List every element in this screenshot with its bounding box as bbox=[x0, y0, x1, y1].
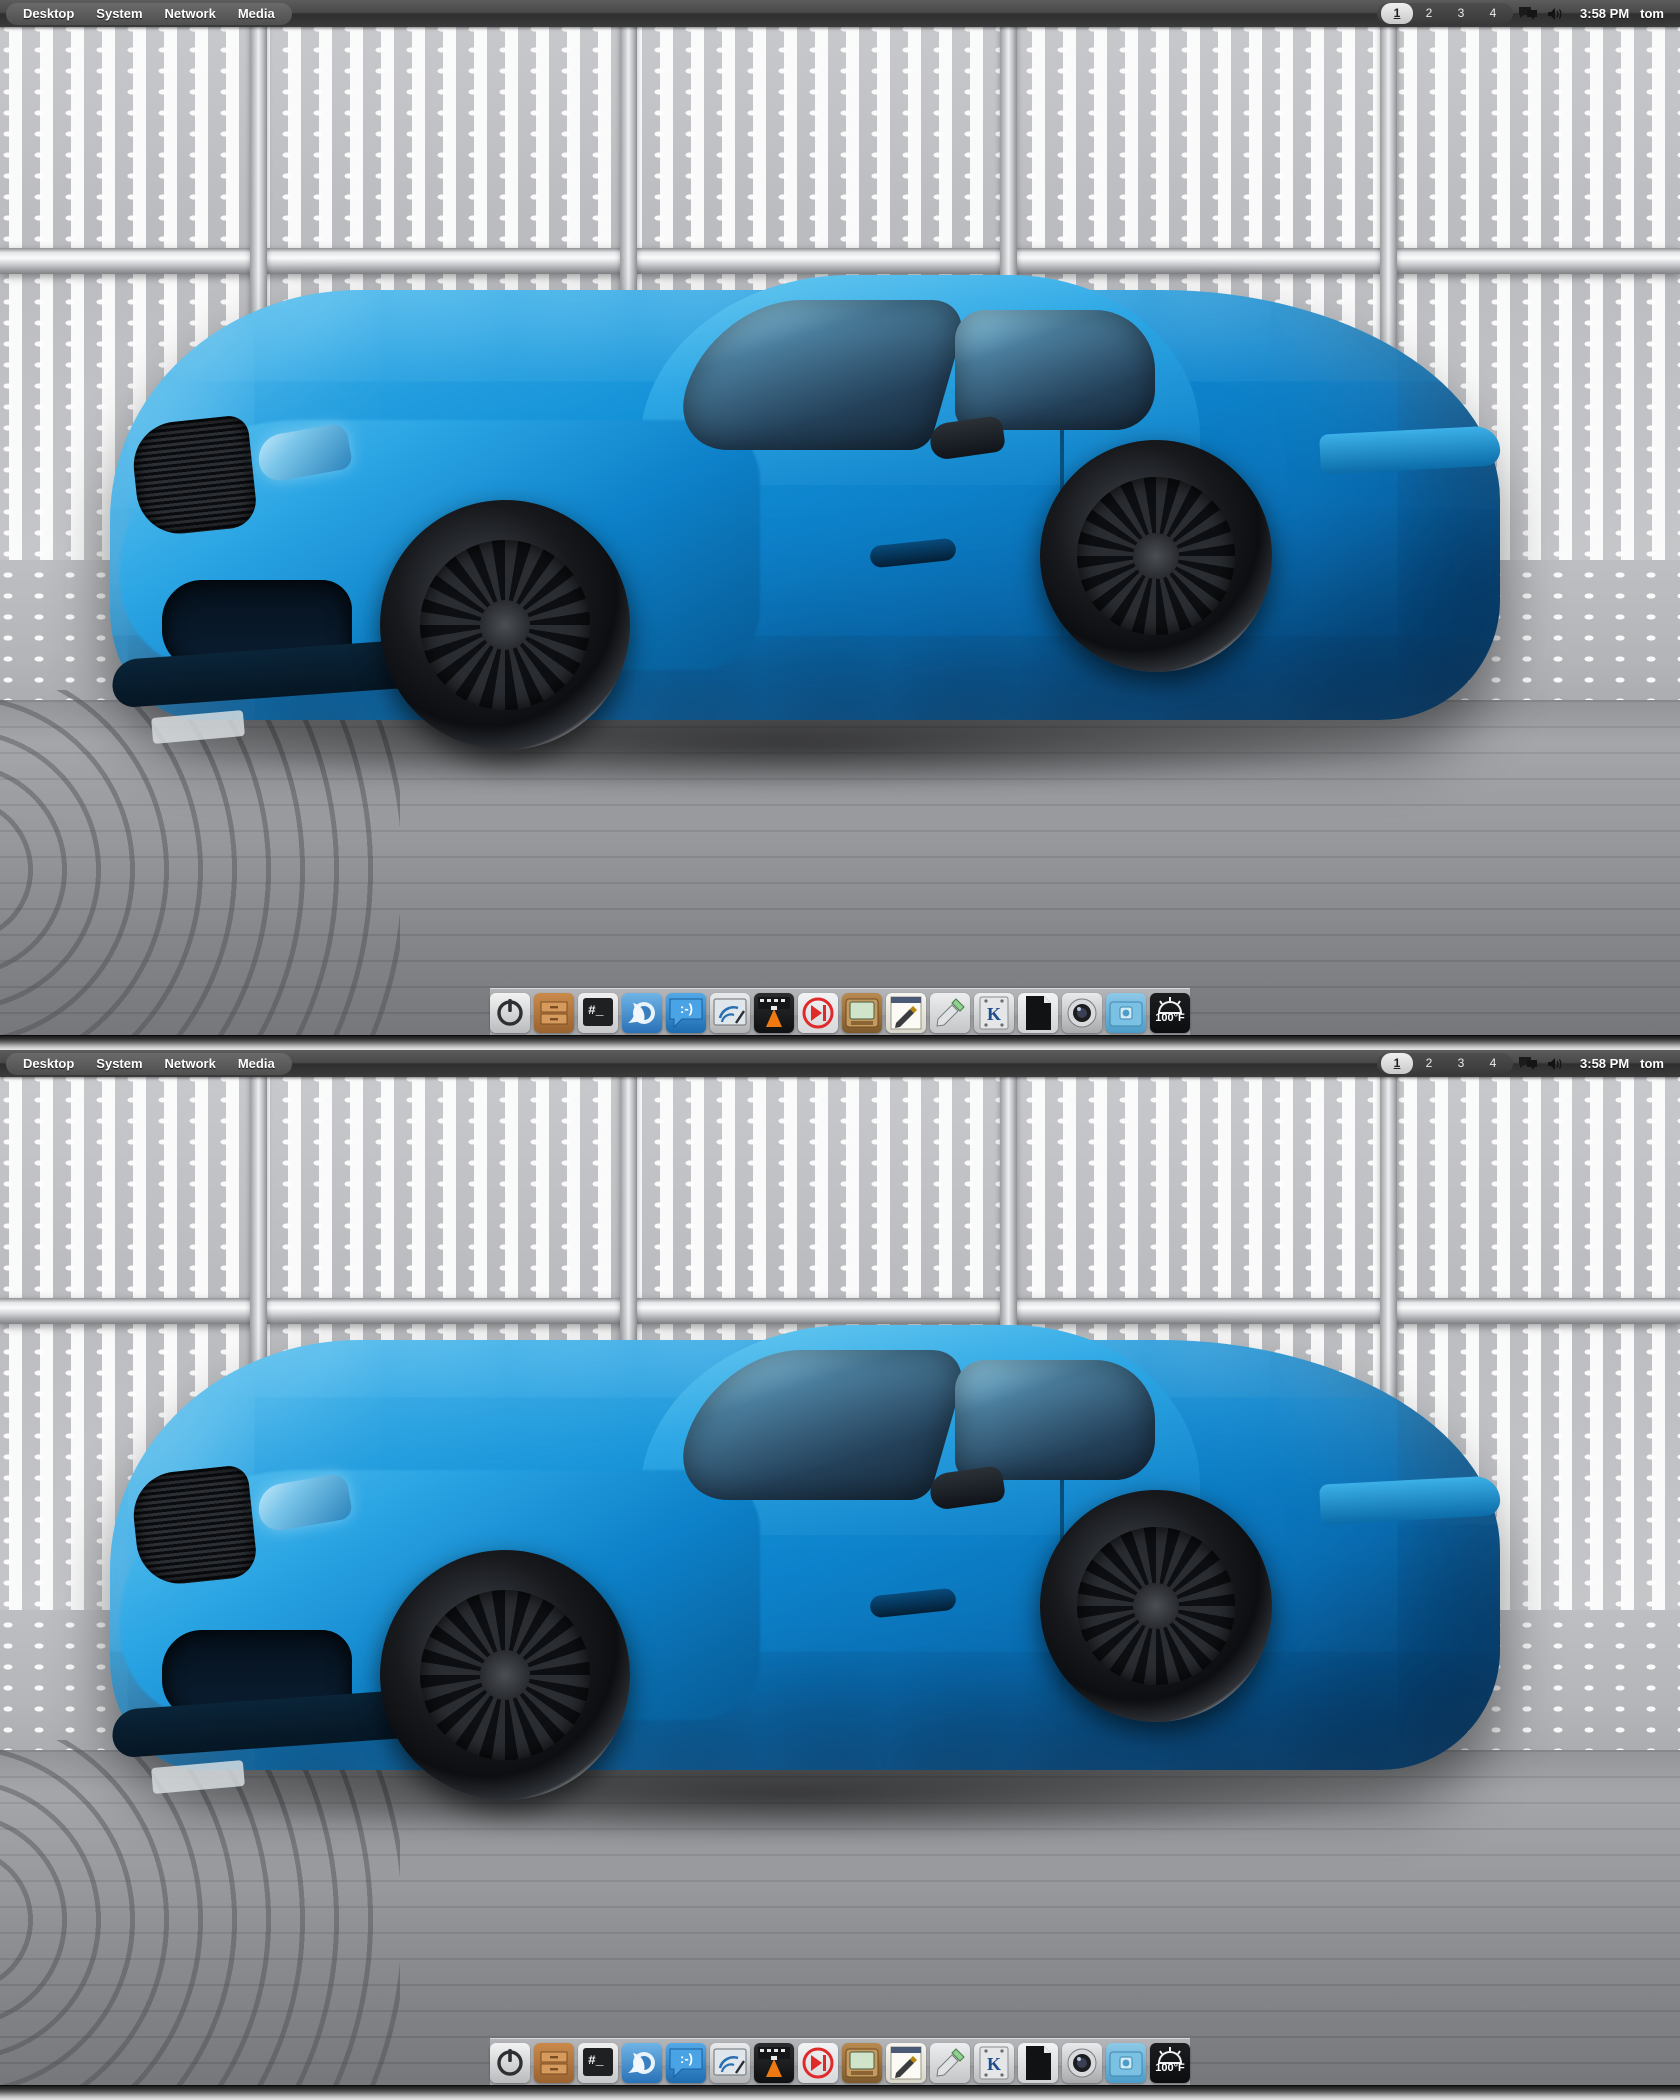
system-tray: 1 2 3 4 3:58 PM tom bbox=[1377, 3, 1670, 24]
menu-item-system-2[interactable]: System bbox=[85, 1053, 153, 1075]
speech-bubble-icon[interactable] bbox=[1515, 4, 1541, 24]
dock-icon-network-tool[interactable] bbox=[710, 992, 750, 1033]
dock-icon-notepad-editor[interactable] bbox=[886, 992, 926, 1033]
dock-icon-folder-blue-2[interactable] bbox=[1106, 2042, 1146, 2083]
pager-desktop-4b[interactable]: 4 bbox=[1477, 1053, 1509, 1074]
dock-icon-dolphin-file-manager[interactable] bbox=[622, 992, 662, 1033]
dock-icon-file-cabinet[interactable] bbox=[534, 992, 574, 1033]
dock-bottom: #_#_ :-):-) K 100°F bbox=[0, 2038, 1680, 2100]
dock-icon-file-cabinet-2[interactable] bbox=[534, 2042, 574, 2083]
pager-desktop-3[interactable]: 3 bbox=[1445, 3, 1477, 24]
dock-icon-messenger[interactable]: :-):-) bbox=[666, 992, 706, 1033]
dock-icon-amarok[interactable] bbox=[798, 992, 838, 1033]
desktop-screenshot-top: Desktop System Network Media 1 2 3 4 3:5… bbox=[0, 0, 1680, 1050]
menu-item-network-2[interactable]: Network bbox=[154, 1053, 227, 1075]
dock-icon-vlc-media-player-2[interactable] bbox=[754, 2042, 794, 2083]
dock-icon-text-document[interactable] bbox=[1018, 992, 1058, 1033]
wallpaper-car-2 bbox=[0, 1050, 1680, 2100]
menu-item-desktop-2[interactable]: Desktop bbox=[12, 1053, 85, 1075]
panel-menu: Desktop System Network Media bbox=[6, 2, 292, 25]
dock-icon-kde-system-settings[interactable]: K bbox=[974, 992, 1014, 1033]
wallpaper-car bbox=[0, 0, 1680, 1050]
dock-icon-weather-widget-2[interactable]: 100°F bbox=[1150, 2042, 1190, 2083]
dock-top: #_#_ :-):-) K 100°F bbox=[0, 988, 1680, 1050]
dock-icon-messenger-2[interactable]: :-):-) bbox=[666, 2042, 706, 2083]
svg-text:K: K bbox=[987, 2054, 1001, 2074]
dock-icon-weather-widget[interactable]: 100°F bbox=[1150, 992, 1190, 1033]
dock-icon-power-button[interactable] bbox=[490, 992, 530, 1033]
dock-icon-power-button-2[interactable] bbox=[490, 2042, 530, 2083]
desktop-screenshot-bottom: Desktop System Network Media 1 2 3 4 3:5… bbox=[0, 1050, 1680, 2100]
dock-icon-eyedropper-2[interactable] bbox=[930, 2042, 970, 2083]
menu-item-network[interactable]: Network bbox=[154, 3, 227, 25]
dock-icon-label: 100°F bbox=[1155, 2061, 1185, 2074]
pager-desktop-3b[interactable]: 3 bbox=[1445, 1053, 1477, 1074]
username-label[interactable]: tom bbox=[1640, 6, 1670, 21]
top-panel: Desktop System Network Media 1 2 3 4 3:5… bbox=[0, 0, 1680, 27]
dock-icon-camera-photo[interactable] bbox=[1062, 992, 1102, 1033]
dock-floor bbox=[0, 1035, 1680, 1050]
dock-icon-television-2[interactable] bbox=[842, 2042, 882, 2083]
pager-desktop-4[interactable]: 4 bbox=[1477, 3, 1509, 24]
pager-desktop-2[interactable]: 2 bbox=[1413, 3, 1445, 24]
speaker-icon[interactable] bbox=[1543, 4, 1569, 24]
dock-shelf: #_#_ :-):-) K 100°F bbox=[490, 988, 1190, 1036]
dock-icon-folder-blue[interactable] bbox=[1106, 992, 1146, 1033]
dock-icon-camera-photo-2[interactable] bbox=[1062, 2042, 1102, 2083]
dock-icon-eyedropper[interactable] bbox=[930, 992, 970, 1033]
speech-bubble-icon-2[interactable] bbox=[1515, 1054, 1541, 1074]
dock-icon-notepad-editor-2[interactable] bbox=[886, 2042, 926, 2083]
dock-icon-vlc-media-player[interactable] bbox=[754, 992, 794, 1033]
panel-menu-2: Desktop System Network Media bbox=[6, 1052, 292, 1075]
dock-floor-2 bbox=[0, 2085, 1680, 2100]
dock-icon-kde-system-settings-2[interactable]: K bbox=[974, 2042, 1014, 2083]
username-label-2[interactable]: tom bbox=[1640, 1056, 1670, 1071]
menu-item-system[interactable]: System bbox=[85, 3, 153, 25]
menu-item-media-2[interactable]: Media bbox=[227, 1053, 286, 1075]
svg-text:#_: #_ bbox=[588, 1003, 604, 1018]
svg-text:K: K bbox=[987, 1004, 1001, 1024]
system-tray-2: 1 2 3 4 3:58 PM tom bbox=[1377, 1053, 1670, 1074]
top-panel-2: Desktop System Network Media 1 2 3 4 3:5… bbox=[0, 1050, 1680, 1077]
svg-text:#_: #_ bbox=[588, 2053, 604, 2068]
dock-icon-label: 100°F bbox=[1155, 1011, 1185, 1024]
pager-desktop-1b[interactable]: 1 bbox=[1381, 1053, 1414, 1074]
dock-icon-terminal-2[interactable]: #_#_ bbox=[578, 2042, 618, 2083]
dock-icon-dolphin-file-manager-2[interactable] bbox=[622, 2042, 662, 2083]
dock-icon-network-tool-2[interactable] bbox=[710, 2042, 750, 2083]
dock-icon-text-document-2[interactable] bbox=[1018, 2042, 1058, 2083]
dock-icon-amarok-2[interactable] bbox=[798, 2042, 838, 2083]
pager-desktop-2b[interactable]: 2 bbox=[1413, 1053, 1445, 1074]
desktop-pager-2[interactable]: 1 2 3 4 bbox=[1377, 1053, 1514, 1074]
dock-icon-terminal[interactable]: #_#_ bbox=[578, 992, 618, 1033]
menu-item-media[interactable]: Media bbox=[227, 3, 286, 25]
dock-shelf-2: #_#_ :-):-) K 100°F bbox=[490, 2038, 1190, 2086]
speaker-icon-2[interactable] bbox=[1543, 1054, 1569, 1074]
svg-text::-): :-) bbox=[680, 2051, 693, 2066]
svg-text::-): :-) bbox=[680, 1001, 693, 1016]
desktop-pager[interactable]: 1 2 3 4 bbox=[1377, 3, 1514, 24]
clock[interactable]: 3:58 PM bbox=[1571, 6, 1638, 21]
menu-item-desktop[interactable]: Desktop bbox=[12, 3, 85, 25]
pager-desktop-1[interactable]: 1 bbox=[1381, 3, 1414, 24]
dock-icon-television[interactable] bbox=[842, 992, 882, 1033]
clock-2[interactable]: 3:58 PM bbox=[1571, 1056, 1638, 1071]
